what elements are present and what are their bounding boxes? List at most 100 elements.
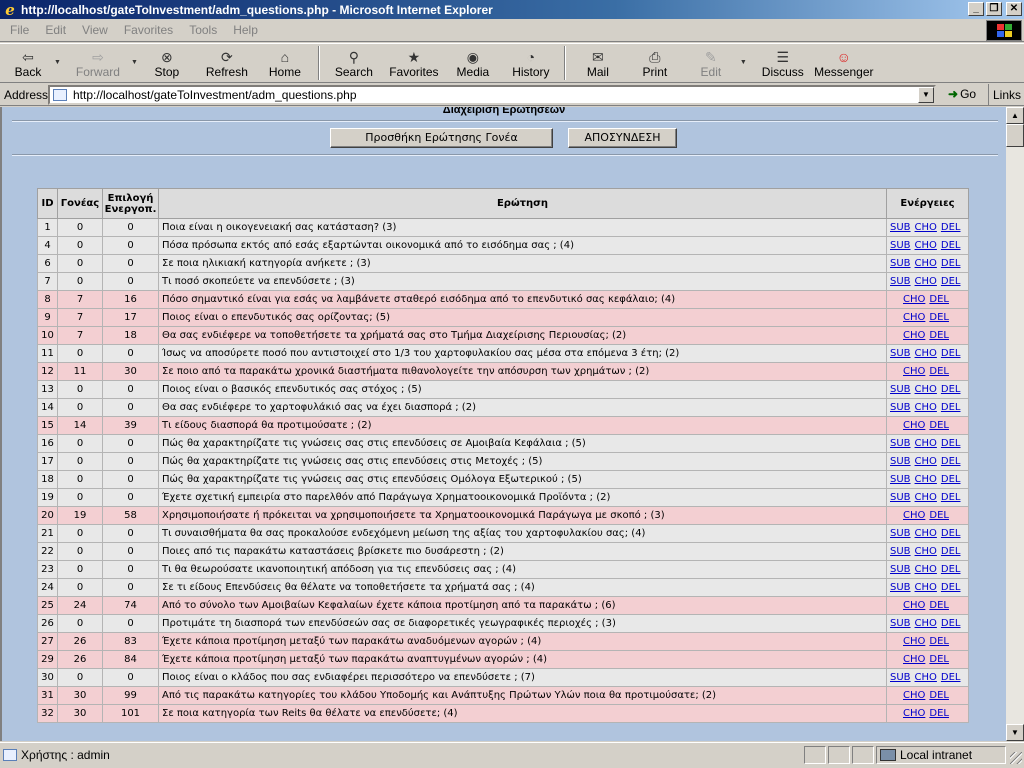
search-button[interactable]: ⚲ Search — [324, 44, 384, 82]
cho-link[interactable]: CHO — [915, 258, 937, 269]
sub-link[interactable]: SUB — [890, 474, 911, 485]
cho-link[interactable]: CHO — [903, 708, 925, 719]
back-dropdown-icon[interactable]: ▼ — [54, 59, 61, 66]
scroll-thumb[interactable] — [1006, 124, 1024, 147]
menu-file[interactable]: File — [0, 23, 35, 37]
refresh-button[interactable]: ⟳ Refresh — [198, 44, 256, 82]
cho-link[interactable]: CHO — [903, 690, 925, 701]
del-link[interactable]: DEL — [941, 492, 961, 503]
edit-button[interactable]: ✎ Edit — [684, 44, 738, 82]
sub-link[interactable]: SUB — [890, 258, 911, 269]
favorites-button[interactable]: ★ Favorites — [384, 44, 444, 82]
cho-link[interactable]: CHO — [915, 276, 937, 287]
sub-link[interactable]: SUB — [890, 492, 911, 503]
sub-link[interactable]: SUB — [890, 456, 911, 467]
del-link[interactable]: DEL — [941, 528, 961, 539]
cho-link[interactable]: CHO — [903, 312, 925, 323]
cho-link[interactable]: CHO — [915, 384, 937, 395]
del-link[interactable]: DEL — [941, 240, 961, 251]
menu-edit[interactable]: Edit — [35, 23, 72, 37]
sub-link[interactable]: SUB — [890, 528, 911, 539]
cho-link[interactable]: CHO — [903, 654, 925, 665]
del-link[interactable]: DEL — [929, 636, 949, 647]
cho-link[interactable]: CHO — [903, 294, 925, 305]
del-link[interactable]: DEL — [929, 420, 949, 431]
go-button[interactable]: ➜ Go — [948, 87, 976, 101]
logout-button[interactable]: ΑΠΟΣΥΝΔΕΣΗ — [568, 128, 677, 148]
address-input[interactable]: http://localhost/gateToInvestment/adm_qu… — [48, 85, 936, 105]
cho-link[interactable]: CHO — [903, 366, 925, 377]
cho-link[interactable]: CHO — [915, 402, 937, 413]
cho-link[interactable]: CHO — [915, 672, 937, 683]
forward-button[interactable]: ⇨ Forward — [67, 44, 129, 82]
del-link[interactable]: DEL — [929, 708, 949, 719]
cho-link[interactable]: CHO — [915, 528, 937, 539]
del-link[interactable]: DEL — [941, 546, 961, 557]
sub-link[interactable]: SUB — [890, 672, 911, 683]
del-link[interactable]: DEL — [941, 258, 961, 269]
address-dropdown-icon[interactable]: ▼ — [918, 87, 934, 103]
cho-link[interactable]: CHO — [903, 510, 925, 521]
sub-link[interactable]: SUB — [890, 276, 911, 287]
menu-tools[interactable]: Tools — [179, 23, 223, 37]
del-link[interactable]: DEL — [941, 402, 961, 413]
sub-link[interactable]: SUB — [890, 438, 911, 449]
discuss-button[interactable]: ☰ Discuss — [753, 44, 813, 82]
stop-button[interactable]: ⊗ Stop — [144, 44, 190, 82]
cho-link[interactable]: CHO — [915, 456, 937, 467]
del-link[interactable]: DEL — [929, 366, 949, 377]
close-button[interactable]: ✕ — [1006, 2, 1022, 16]
menu-help[interactable]: Help — [223, 23, 264, 37]
del-link[interactable]: DEL — [929, 654, 949, 665]
del-link[interactable]: DEL — [941, 564, 961, 575]
del-link[interactable]: DEL — [941, 222, 961, 233]
del-link[interactable]: DEL — [941, 582, 961, 593]
sub-link[interactable]: SUB — [890, 582, 911, 593]
back-button[interactable]: ⇦ Back — [4, 44, 52, 82]
cho-link[interactable]: CHO — [915, 240, 937, 251]
menu-view[interactable]: View — [72, 23, 114, 37]
scroll-up-button[interactable]: ▲ — [1006, 107, 1024, 124]
cho-link[interactable]: CHO — [915, 564, 937, 575]
cho-link[interactable]: CHO — [915, 618, 937, 629]
menu-favorites[interactable]: Favorites — [114, 23, 179, 37]
del-link[interactable]: DEL — [941, 438, 961, 449]
cho-link[interactable]: CHO — [903, 636, 925, 647]
cho-link[interactable]: CHO — [915, 222, 937, 233]
del-link[interactable]: DEL — [941, 276, 961, 287]
del-link[interactable]: DEL — [929, 330, 949, 341]
scroll-down-button[interactable]: ▼ — [1006, 724, 1024, 741]
home-button[interactable]: ⌂ Home — [256, 44, 314, 82]
del-link[interactable]: DEL — [941, 672, 961, 683]
sub-link[interactable]: SUB — [890, 402, 911, 413]
cho-link[interactable]: CHO — [915, 474, 937, 485]
cho-link[interactable]: CHO — [915, 438, 937, 449]
del-link[interactable]: DEL — [941, 474, 961, 485]
cho-link[interactable]: CHO — [903, 420, 925, 431]
del-link[interactable]: DEL — [941, 618, 961, 629]
del-link[interactable]: DEL — [941, 348, 961, 359]
add-parent-question-button[interactable]: Προσθήκη Ερώτησης Γονέα — [330, 128, 553, 148]
cho-link[interactable]: CHO — [903, 330, 925, 341]
cho-link[interactable]: CHO — [915, 492, 937, 503]
address-url[interactable]: http://localhost/gateToInvestment/adm_qu… — [73, 88, 357, 102]
sub-link[interactable]: SUB — [890, 618, 911, 629]
del-link[interactable]: DEL — [929, 294, 949, 305]
media-button[interactable]: ◉ Media — [444, 44, 502, 82]
forward-dropdown-icon[interactable]: ▼ — [131, 59, 138, 66]
messenger-button[interactable]: ☺ Messenger — [813, 44, 875, 82]
history-button[interactable]: ◔ History — [502, 44, 560, 82]
edit-dropdown-icon[interactable]: ▼ — [740, 59, 747, 66]
sub-link[interactable]: SUB — [890, 348, 911, 359]
del-link[interactable]: DEL — [929, 312, 949, 323]
sub-link[interactable]: SUB — [890, 384, 911, 395]
del-link[interactable]: DEL — [929, 600, 949, 611]
cho-link[interactable]: CHO — [915, 546, 937, 557]
del-link[interactable]: DEL — [941, 456, 961, 467]
resize-grip[interactable] — [1010, 752, 1022, 764]
sub-link[interactable]: SUB — [890, 240, 911, 251]
mail-button[interactable]: ✉ Mail — [570, 44, 626, 82]
sub-link[interactable]: SUB — [890, 564, 911, 575]
sub-link[interactable]: SUB — [890, 546, 911, 557]
cho-link[interactable]: CHO — [915, 348, 937, 359]
